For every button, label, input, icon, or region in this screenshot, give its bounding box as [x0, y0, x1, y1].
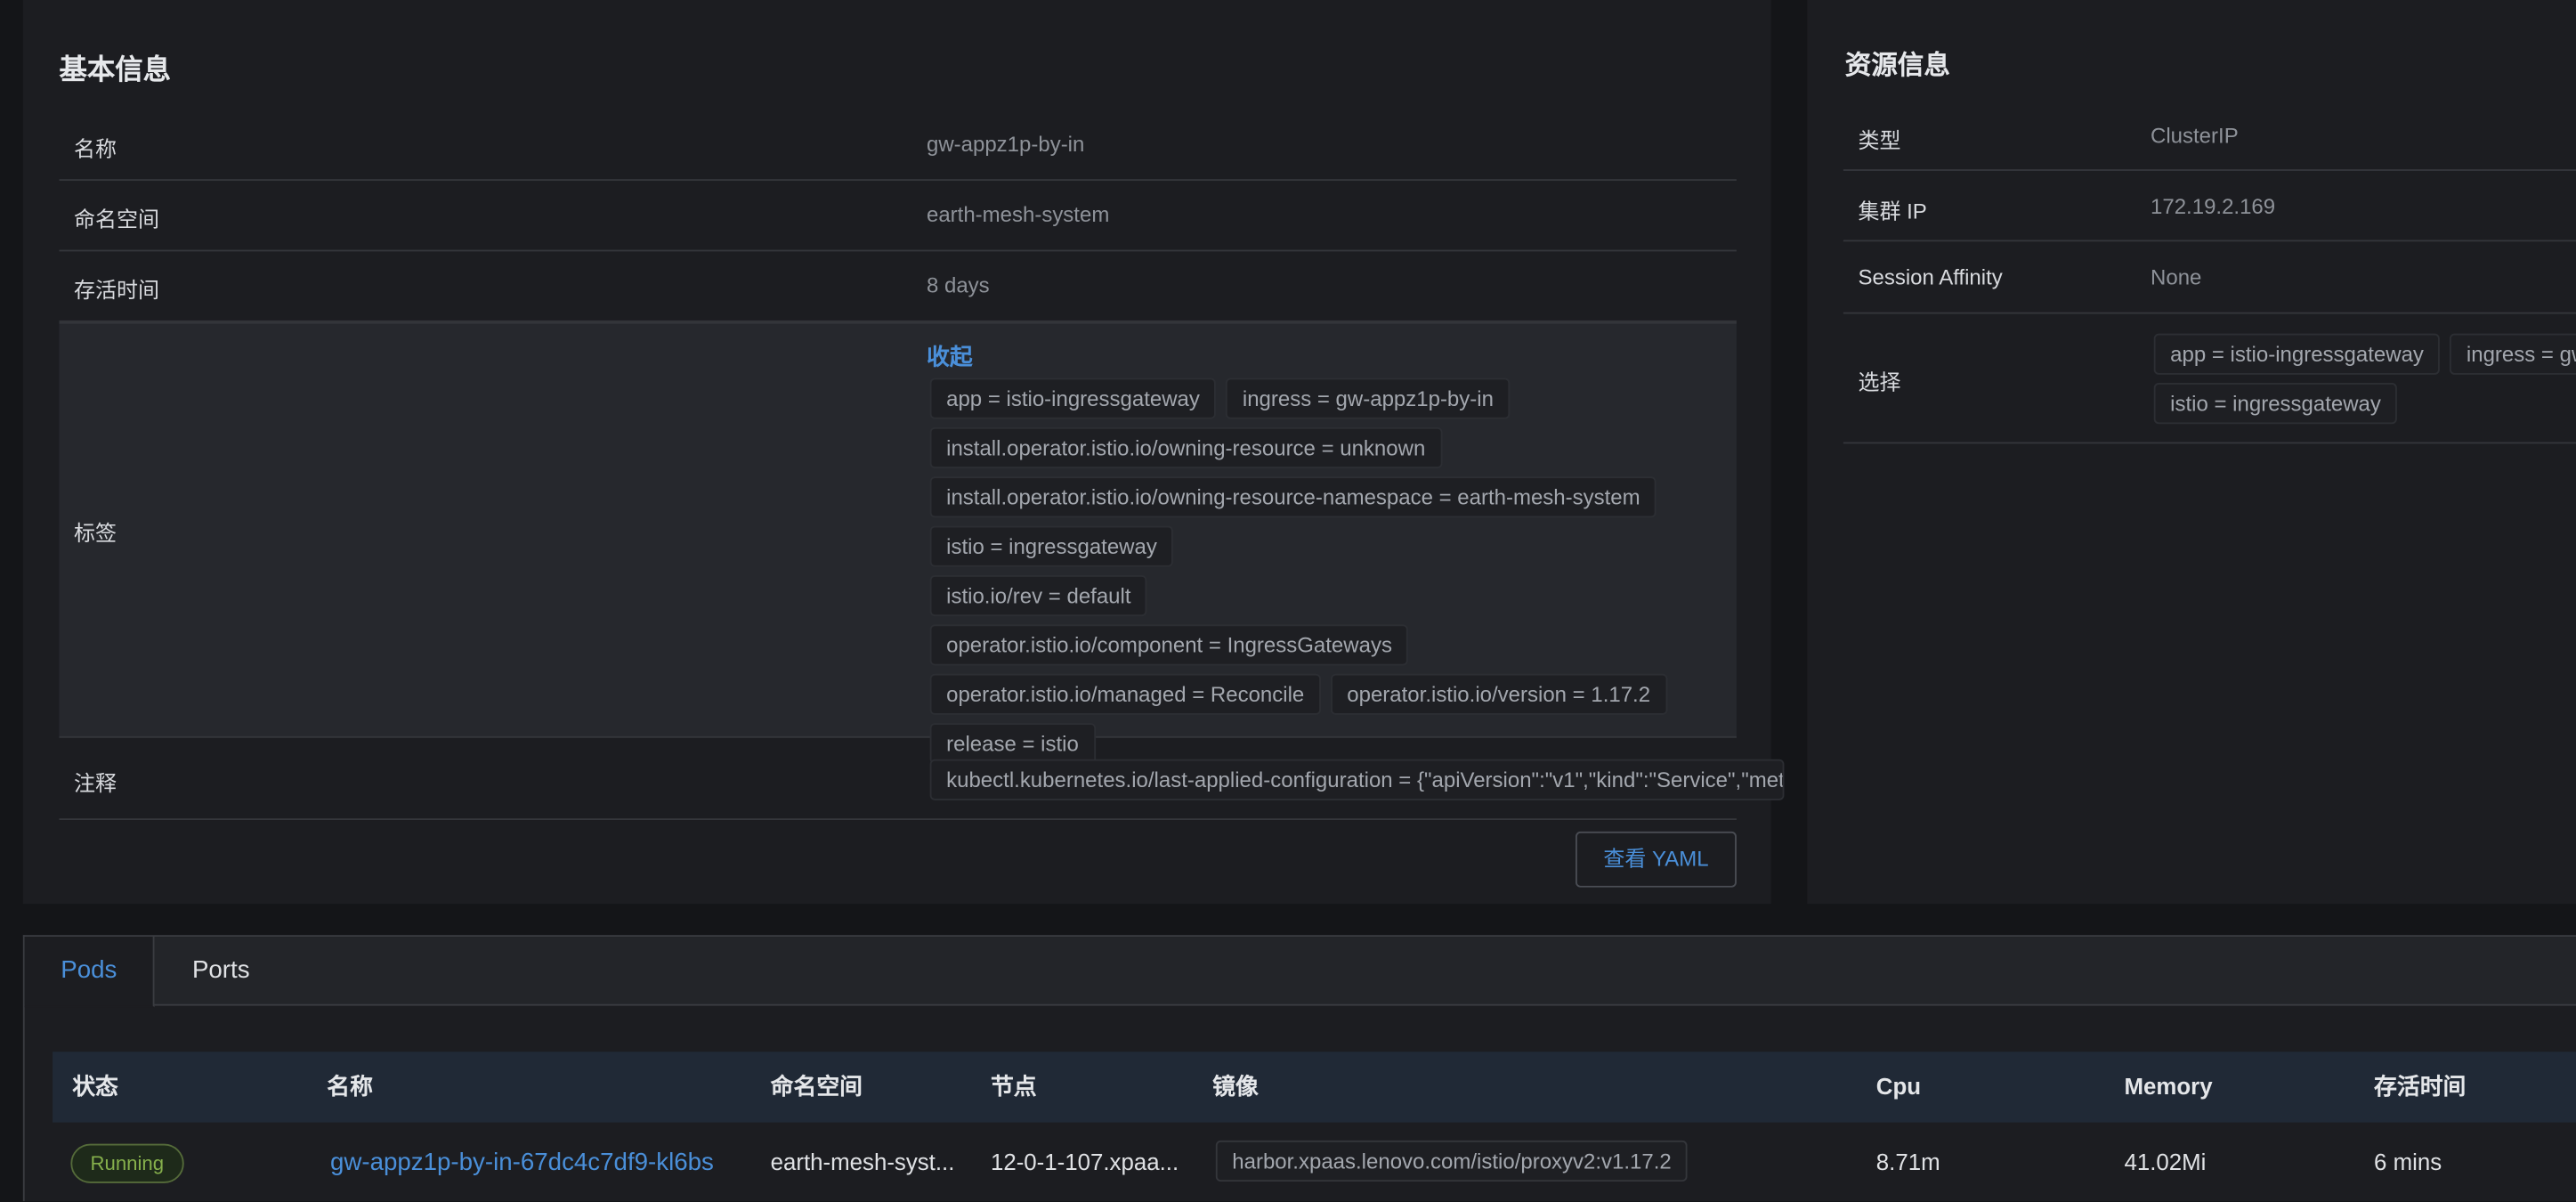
- label-tag: operator.istio.io/component = IngressGat…: [929, 624, 1409, 666]
- column-header-node[interactable]: 节点: [991, 1052, 1037, 1122]
- resource-row-type: 类型 ClusterIP: [1843, 101, 2576, 171]
- labels-key: 标签: [74, 521, 117, 546]
- label-tag: istio.io/rev = default: [929, 574, 1147, 617]
- resource-row-selector: 选择 app = istio-ingressgateway ingress = …: [1843, 314, 2576, 444]
- selector-key: 选择: [1858, 370, 1901, 394]
- pod-name-text[interactable]: gw-appz1p-by-in-67dc4c7df9-kl6bs: [330, 1149, 714, 1176]
- annotations-key: 注释: [74, 770, 117, 796]
- selector-tag: ingress = gw: [2450, 333, 2576, 375]
- label-tag: ingress = gw-appz1p-by-in: [1226, 378, 1511, 419]
- resource-key: Session Affinity: [1858, 264, 2003, 289]
- column-header-memory[interactable]: Memory: [2124, 1052, 2212, 1122]
- info-key: 名称: [74, 136, 117, 161]
- table-row: Running gw-appz1p-by-in-67dc4c7df9-kl6bs…: [53, 1123, 2576, 1202]
- status-badge: Running: [70, 1143, 184, 1183]
- selector-tag: istio = ingressgateway: [2153, 383, 2398, 425]
- label-tag: install.operator.istio.io/owning-resourc…: [929, 476, 1657, 518]
- pod-memory: 41.02Mi: [2124, 1149, 2207, 1175]
- column-header-image[interactable]: 镜像: [1212, 1052, 1259, 1122]
- resource-key: 集群 IP: [1858, 199, 1927, 224]
- resource-value: ClusterIP: [2151, 123, 2239, 149]
- tab-pods[interactable]: Pods: [24, 937, 155, 1008]
- pod-age: 6 mins: [2374, 1149, 2442, 1175]
- column-header-cpu[interactable]: Cpu: [1876, 1052, 1921, 1122]
- resource-row-cluster-ip: 集群 IP 172.19.2.169: [1843, 171, 2576, 242]
- tab-bar: Pods Ports: [24, 937, 2576, 1008]
- info-value: earth-mesh-system: [926, 202, 1110, 227]
- pods-table-header: 状态 名称 命名空间 节点 镜像 Cpu Memory 存活时间: [53, 1052, 2576, 1123]
- info-value: gw-appz1p-by-in: [926, 131, 1085, 157]
- basic-info-title: 基本信息: [59, 53, 171, 85]
- resource-value: 172.19.2.169: [2151, 193, 2276, 219]
- pod-cpu: 8.71m: [1875, 1149, 1940, 1175]
- pod-node: 12-0-1-107.xpaa...: [990, 1149, 1179, 1175]
- resource-row-session-affinity: Session Affinity None: [1843, 241, 2576, 314]
- pod-namespace: earth-mesh-syst...: [770, 1149, 955, 1175]
- info-row-age: 存活时间 8 days: [59, 251, 1737, 322]
- info-row-labels: 标签 收起 app = istio-ingressgateway ingress…: [59, 321, 1737, 765]
- label-tag: app = istio-ingressgateway: [929, 378, 1217, 419]
- selector-list: app = istio-ingressgateway ingress = gw …: [2153, 333, 2576, 433]
- label-tag: operator.istio.io/version = 1.17.2: [1330, 673, 1667, 715]
- column-header-namespace[interactable]: 命名空间: [771, 1052, 863, 1122]
- annotation-tag: kubectl.kubernetes.io/last-applied-confi…: [929, 759, 1785, 800]
- labels-list: app = istio-ingressgateway ingress = gw-…: [929, 378, 1719, 773]
- column-header-name[interactable]: 名称: [327, 1052, 373, 1122]
- label-tag: operator.istio.io/managed = Reconcile: [929, 673, 1321, 715]
- basic-info-panel: 基本信息 名称 gw-appz1p-by-in 命名空间 earth-mesh-…: [22, 0, 1785, 905]
- label-tag: istio = ingressgateway: [929, 525, 1174, 567]
- label-tag: install.operator.istio.io/owning-resourc…: [929, 426, 1442, 469]
- resource-info-title: 资源信息: [1844, 53, 1950, 81]
- selector-tag: app = istio-ingressgateway: [2153, 333, 2441, 375]
- info-row-annotations: 注释 kubectl.kubernetes.io/last-applied-co…: [59, 738, 1785, 821]
- resource-key: 类型: [1858, 127, 1901, 153]
- info-row-name: 名称 gw-appz1p-by-in: [59, 109, 1737, 182]
- tab-ports[interactable]: Ports: [156, 937, 286, 1007]
- collapse-labels-link[interactable]: 收起: [927, 340, 973, 373]
- info-row-namespace: 命名空间 earth-mesh-system: [59, 181, 1737, 252]
- info-key: 存活时间: [74, 277, 160, 303]
- view-yaml-button[interactable]: 查看 YAML: [1576, 831, 1737, 888]
- resource-info-panel: 资源信息 类型 ClusterIP 集群 IP 172.19.2.169 Ses…: [1807, 0, 2576, 905]
- resource-value: None: [2151, 264, 2202, 289]
- page: 基本信息 名称 gw-appz1p-by-in 命名空间 earth-mesh-…: [0, 0, 2576, 1202]
- info-key: 命名空间: [74, 207, 160, 232]
- pod-name-link[interactable]: gw-appz1p-by-in-67dc4c7df9-kl6bs: [330, 1123, 714, 1202]
- column-header-status[interactable]: 状态: [72, 1052, 118, 1122]
- pod-image-tag: harbor.xpaas.lenovo.com/istio/proxyv2:v1…: [1215, 1140, 1689, 1182]
- workload-tabs-panel: Pods Ports 状态 名称 命名空间 节点 镜像 Cpu Memory 存…: [22, 935, 2576, 1202]
- column-header-age[interactable]: 存活时间: [2374, 1052, 2466, 1122]
- info-value: 8 days: [926, 272, 990, 298]
